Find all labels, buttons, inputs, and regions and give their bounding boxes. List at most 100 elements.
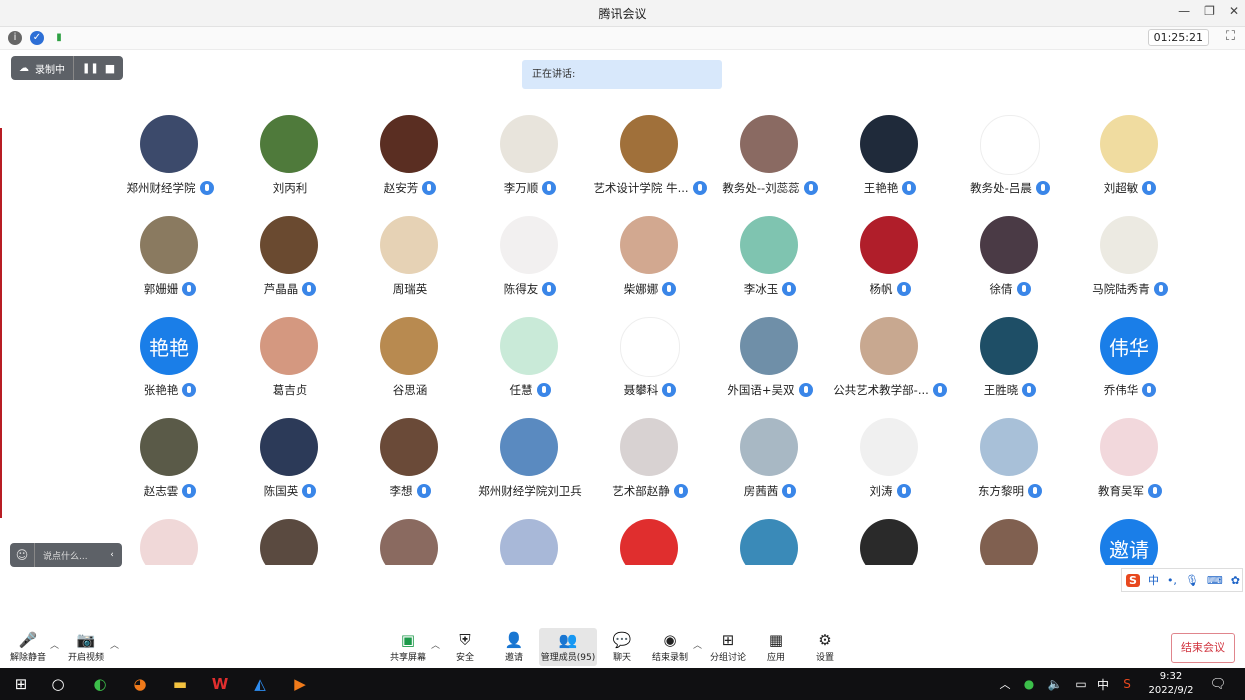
participant-tile[interactable]	[710, 519, 830, 565]
participant-avatar[interactable]: 邀请	[1100, 519, 1158, 565]
participant-avatar[interactable]	[260, 418, 318, 476]
participant-avatar[interactable]	[140, 418, 198, 476]
close-icon[interactable]: ✕	[1229, 4, 1239, 18]
participant-avatar[interactable]	[260, 216, 318, 274]
participant-avatar[interactable]	[1100, 418, 1158, 476]
sogou-logo-icon[interactable]: S	[1126, 573, 1140, 587]
sogou-tray-icon[interactable]: S	[1114, 672, 1140, 696]
system-clock[interactable]: 9:32 2022/9/2	[1147, 670, 1195, 698]
participant-avatar[interactable]	[140, 115, 198, 173]
participant-avatar[interactable]	[620, 216, 678, 274]
participant-avatar[interactable]	[740, 418, 798, 476]
participant-avatar[interactable]	[1100, 216, 1158, 274]
participant-avatar[interactable]	[1100, 115, 1158, 173]
participant-avatar[interactable]	[380, 317, 438, 375]
chat-placeholder[interactable]: 说点什么...	[35, 549, 102, 562]
video-options-chevron-icon[interactable]: ︿	[110, 638, 119, 651]
participant-avatar[interactable]	[500, 317, 558, 375]
participant-avatar[interactable]	[500, 115, 558, 173]
input-language-label[interactable]: 中	[1090, 672, 1116, 696]
participant-avatar[interactable]	[980, 115, 1040, 175]
fullscreen-icon[interactable]: ⛶	[1226, 29, 1235, 44]
punctuation-icon[interactable]: •,	[1167, 574, 1177, 587]
info-icon[interactable]: i	[8, 31, 22, 45]
wechat-tray-icon[interactable]: ●	[1016, 672, 1042, 696]
participant-avatar[interactable]	[740, 317, 798, 375]
participant-avatar[interactable]	[260, 519, 318, 565]
keyboard-icon[interactable]: ⌨	[1207, 574, 1223, 587]
search-icon[interactable]: ○	[45, 672, 71, 696]
participant-tile[interactable]	[350, 519, 470, 565]
signal-icon[interactable]: ▮	[52, 31, 66, 45]
stop-recording-button[interactable]: ◉ 结束录制	[642, 630, 698, 663]
participant-avatar[interactable]	[980, 317, 1038, 375]
ime-menu-icon[interactable]: ✿	[1231, 574, 1240, 587]
browser-360-icon[interactable]: ◐	[87, 672, 113, 696]
participant-avatar[interactable]: 伟华	[1100, 317, 1158, 375]
participant-tile[interactable]: 教育吴军	[1070, 418, 1190, 508]
participant-avatar[interactable]	[140, 216, 198, 274]
firefox-icon[interactable]: ◕	[127, 672, 153, 696]
participant-avatar[interactable]	[860, 317, 918, 375]
participant-avatar[interactable]	[620, 115, 678, 173]
participant-avatar[interactable]	[740, 115, 798, 173]
participant-avatar[interactable]	[620, 418, 678, 476]
file-explorer-icon[interactable]: ▬	[167, 672, 193, 696]
participant-tile[interactable]: 邀请	[1070, 519, 1190, 565]
windows-start-icon[interactable]: ⊞	[8, 672, 34, 696]
participant-avatar[interactable]	[380, 418, 438, 476]
participant-avatar[interactable]	[860, 216, 918, 274]
collapse-chevron-icon[interactable]: ‹	[102, 550, 122, 560]
participant-avatar[interactable]	[740, 216, 798, 274]
participant-avatar[interactable]	[500, 418, 558, 476]
participant-avatar[interactable]	[860, 115, 918, 173]
participant-avatar[interactable]	[260, 317, 318, 375]
volume-icon[interactable]: 🔈	[1042, 672, 1068, 696]
emoji-icon[interactable]: ☺	[10, 548, 34, 562]
participant-avatar[interactable]	[500, 216, 558, 274]
security-button[interactable]: ⛨ 安全	[437, 630, 493, 663]
participant-avatar[interactable]	[860, 418, 918, 476]
share-screen-button[interactable]: ▣ 共享屏幕	[380, 630, 436, 663]
end-meeting-button[interactable]: 结束会议	[1171, 633, 1235, 663]
tencent-meeting-icon[interactable]: ◭	[247, 672, 273, 696]
manage-members-button[interactable]: 👥 管理成员(95)	[539, 628, 597, 666]
participant-avatar[interactable]	[380, 216, 438, 274]
notification-icon[interactable]: 🗨	[1205, 672, 1231, 696]
participant-avatar[interactable]	[620, 317, 680, 377]
participant-avatar[interactable]	[980, 216, 1038, 274]
participant-avatar[interactable]	[980, 418, 1038, 476]
participant-tile[interactable]	[230, 519, 350, 565]
participant-avatar[interactable]	[380, 519, 438, 565]
participant-tile[interactable]	[110, 519, 230, 565]
settings-button[interactable]: ⚙ 设置	[797, 630, 853, 663]
participant-avatar[interactable]	[500, 519, 558, 565]
show-hidden-icons-icon[interactable]: ︿	[992, 672, 1018, 696]
participant-tile[interactable]	[590, 519, 710, 565]
shield-icon[interactable]: ✓	[30, 31, 44, 45]
participant-tile[interactable]	[830, 519, 950, 565]
participant-avatar[interactable]	[380, 115, 438, 173]
wps-office-icon[interactable]: W	[207, 672, 233, 696]
participant-avatar[interactable]: 艳艳	[140, 317, 198, 375]
invite-button[interactable]: 👤 邀请	[486, 630, 542, 663]
voice-input-icon[interactable]: 🎙	[1185, 574, 1199, 587]
participant-avatar[interactable]	[140, 519, 198, 565]
restore-icon[interactable]: ❐	[1204, 4, 1215, 18]
participant-tile[interactable]: 刘超敏	[1070, 115, 1190, 205]
participant-avatar[interactable]	[620, 519, 678, 565]
participant-avatar[interactable]	[860, 519, 918, 565]
ime-lang-label[interactable]: 中	[1148, 572, 1159, 588]
media-player-icon[interactable]: ▶	[287, 672, 313, 696]
participant-tile[interactable]	[470, 519, 590, 565]
participant-avatar[interactable]	[740, 519, 798, 565]
chat-quick-input[interactable]: ☺ 说点什么... ‹	[10, 543, 122, 567]
participant-tile[interactable]: 马院陆秀青	[1070, 216, 1190, 306]
start-video-button[interactable]: 📷 开启视频	[58, 630, 114, 663]
apps-button[interactable]: ▦ 应用	[748, 630, 804, 663]
participant-tile[interactable]	[950, 519, 1070, 565]
unmute-button[interactable]: 🎤 解除静音	[0, 630, 56, 663]
participant-avatar[interactable]	[260, 115, 318, 173]
participant-avatar[interactable]	[980, 519, 1038, 565]
participant-tile[interactable]: 伟华 乔伟华	[1070, 317, 1190, 407]
